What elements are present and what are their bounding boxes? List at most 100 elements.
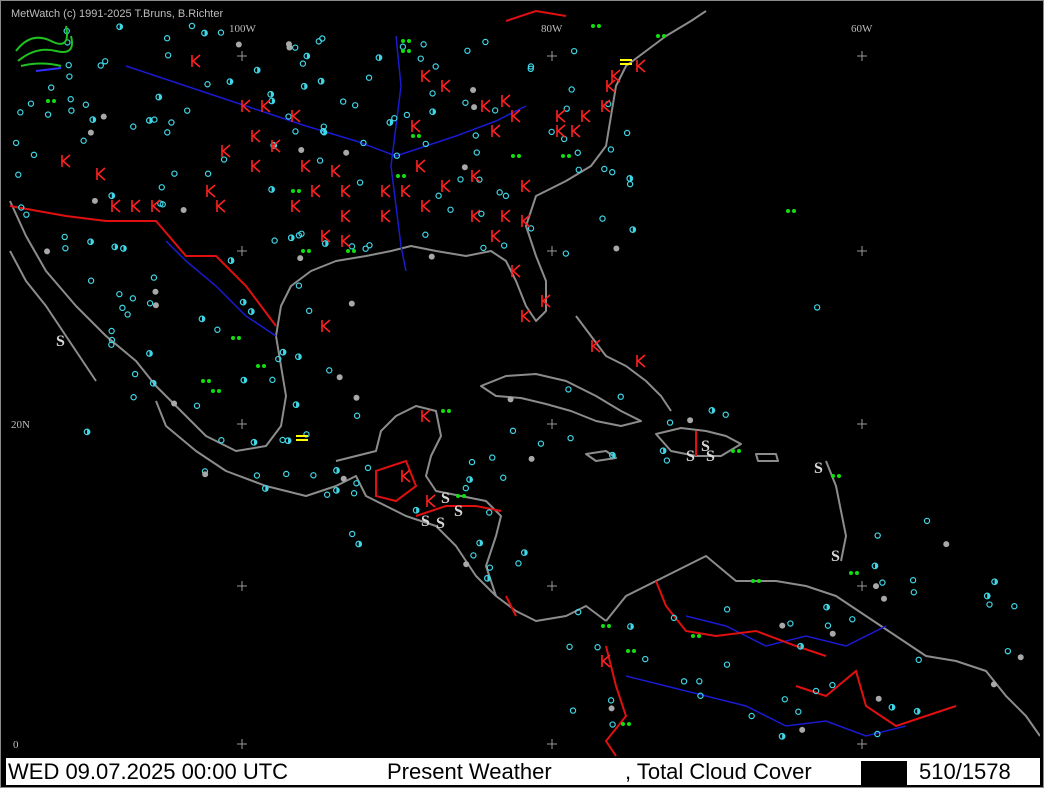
metwatch-logo-icon — [15, 25, 73, 72]
half-circle-icon — [87, 238, 94, 246]
thunderstorm-symbol-icon — [291, 109, 301, 123]
half-circle-icon — [226, 78, 234, 86]
rain-dot — [207, 379, 211, 383]
clear-circle-icon — [403, 111, 411, 119]
clear-circle-icon — [795, 708, 802, 715]
plus-icon — [547, 51, 557, 61]
border-panama — [505, 595, 517, 617]
dust-symbols: S S S S S S S S S S — [56, 333, 840, 565]
clear-circle-icon — [12, 139, 20, 147]
thunderstorm-symbol-icon — [411, 119, 421, 133]
clear-circle-icon — [915, 656, 922, 664]
thunderstorm-bolt — [381, 209, 391, 223]
dust-symbol-icon: S — [831, 548, 840, 565]
thunderstorm-symbol-icon — [441, 179, 451, 193]
clear-circle-icon — [164, 129, 171, 136]
thunderstorm-bolt — [441, 179, 451, 193]
rain-symbol-icon — [401, 49, 411, 53]
clear-circle-icon — [292, 128, 299, 135]
half-circle-icon — [983, 592, 991, 600]
rain-dot — [831, 474, 835, 478]
clear-circle-icon — [168, 119, 175, 126]
clear-circle-icon — [351, 102, 359, 109]
thunderstorm-symbol-icon — [521, 179, 531, 193]
clear-circle-icon — [353, 480, 360, 487]
filled-circle-icon — [336, 374, 343, 381]
rain-symbol-icon — [201, 379, 211, 383]
half-circle-icon — [627, 623, 634, 630]
half-circle-icon — [476, 539, 484, 547]
clear-circle-icon — [623, 129, 631, 137]
rain-dot — [441, 409, 445, 413]
half-circle-icon — [287, 234, 295, 242]
clear-circle-icon — [813, 304, 821, 311]
clear-circle-icon — [666, 419, 674, 426]
rain-dot — [407, 49, 411, 53]
clear-circle-icon — [491, 107, 499, 114]
thunderstorm-bolt — [341, 234, 351, 248]
thunderstorm-bolt — [411, 119, 421, 133]
status-footer: WED 09.07.2025 00:00 UTC Present Weather… — [6, 758, 1040, 785]
clear-circle-icon — [489, 454, 496, 461]
thunderstorm-symbol-icon — [401, 469, 411, 483]
thunderstorm-symbol-icon — [636, 354, 646, 368]
clear-circle-icon — [131, 370, 139, 378]
clear-circle-icon — [548, 128, 555, 136]
clear-circle-icon — [486, 564, 494, 571]
rain-dot — [607, 624, 611, 628]
clear-circle-icon — [609, 721, 616, 728]
footer-secondary: , Total Cloud Cover — [625, 759, 812, 784]
half-circle-icon — [240, 376, 248, 384]
clear-circle-icon — [108, 327, 115, 335]
map-frame: S S S S S S S S S S MetWatch (c) 1991-20… — [0, 0, 1044, 788]
rain-dot — [517, 154, 521, 158]
clear-circle-icon — [68, 107, 75, 114]
thunderstorm-bolt — [311, 184, 321, 198]
half-circle-icon — [300, 82, 308, 90]
clear-circle-icon — [609, 169, 616, 176]
half-circle-icon — [626, 175, 634, 182]
clear-circle-icon — [23, 211, 30, 218]
filled-circle-icon — [470, 87, 477, 94]
filled-circle-icon — [872, 583, 879, 590]
rain-symbol-icon — [346, 249, 356, 253]
half-circle-icon — [284, 437, 292, 445]
filled-circle-icon — [943, 541, 950, 548]
rain-dot — [837, 474, 841, 478]
dust-symbol-icon: S — [436, 515, 445, 532]
thunderstorm-symbol-icon — [426, 494, 436, 508]
clear-circle-icon — [150, 274, 158, 281]
thunderstorm-symbol-icon — [421, 69, 431, 83]
footer-product: Present Weather — [387, 759, 552, 784]
half-circle-icon — [991, 578, 998, 586]
thunderstorm-bolt — [501, 94, 511, 108]
half-circle-icon — [321, 240, 329, 247]
clear-circle-icon — [310, 472, 317, 479]
rain-dot — [462, 494, 466, 498]
border-us-mexico — [9, 205, 277, 327]
rain-symbol-icon — [301, 249, 311, 253]
filled-circle-icon — [779, 622, 786, 629]
plus-icon — [547, 246, 557, 256]
clear-circle-icon — [193, 402, 201, 409]
half-circle-icon — [227, 257, 235, 264]
thunderstorm-bolt — [331, 164, 341, 178]
filled-circle-icon — [348, 300, 355, 307]
clear-circle-icon — [391, 115, 398, 122]
plus-icon — [857, 419, 867, 429]
rain-dot — [601, 624, 605, 628]
rain-dot — [52, 99, 56, 103]
thunderstorm-bolt — [341, 184, 351, 198]
thunderstorm-symbol-icon — [441, 79, 451, 93]
filled-circle-icon — [687, 417, 694, 424]
filled-circle-icon — [507, 396, 514, 403]
clear-circle-icon — [163, 35, 171, 42]
clear-circle-icon — [305, 307, 313, 315]
clear-circle-icon — [447, 206, 454, 213]
thunderstorm-bolt — [491, 229, 501, 243]
clear-circle-icon — [575, 166, 582, 174]
thunderstorm-bolt — [251, 159, 261, 173]
rain-dot — [46, 99, 50, 103]
thunderstorm-bolt — [96, 167, 106, 181]
half-circle-icon — [332, 486, 340, 494]
